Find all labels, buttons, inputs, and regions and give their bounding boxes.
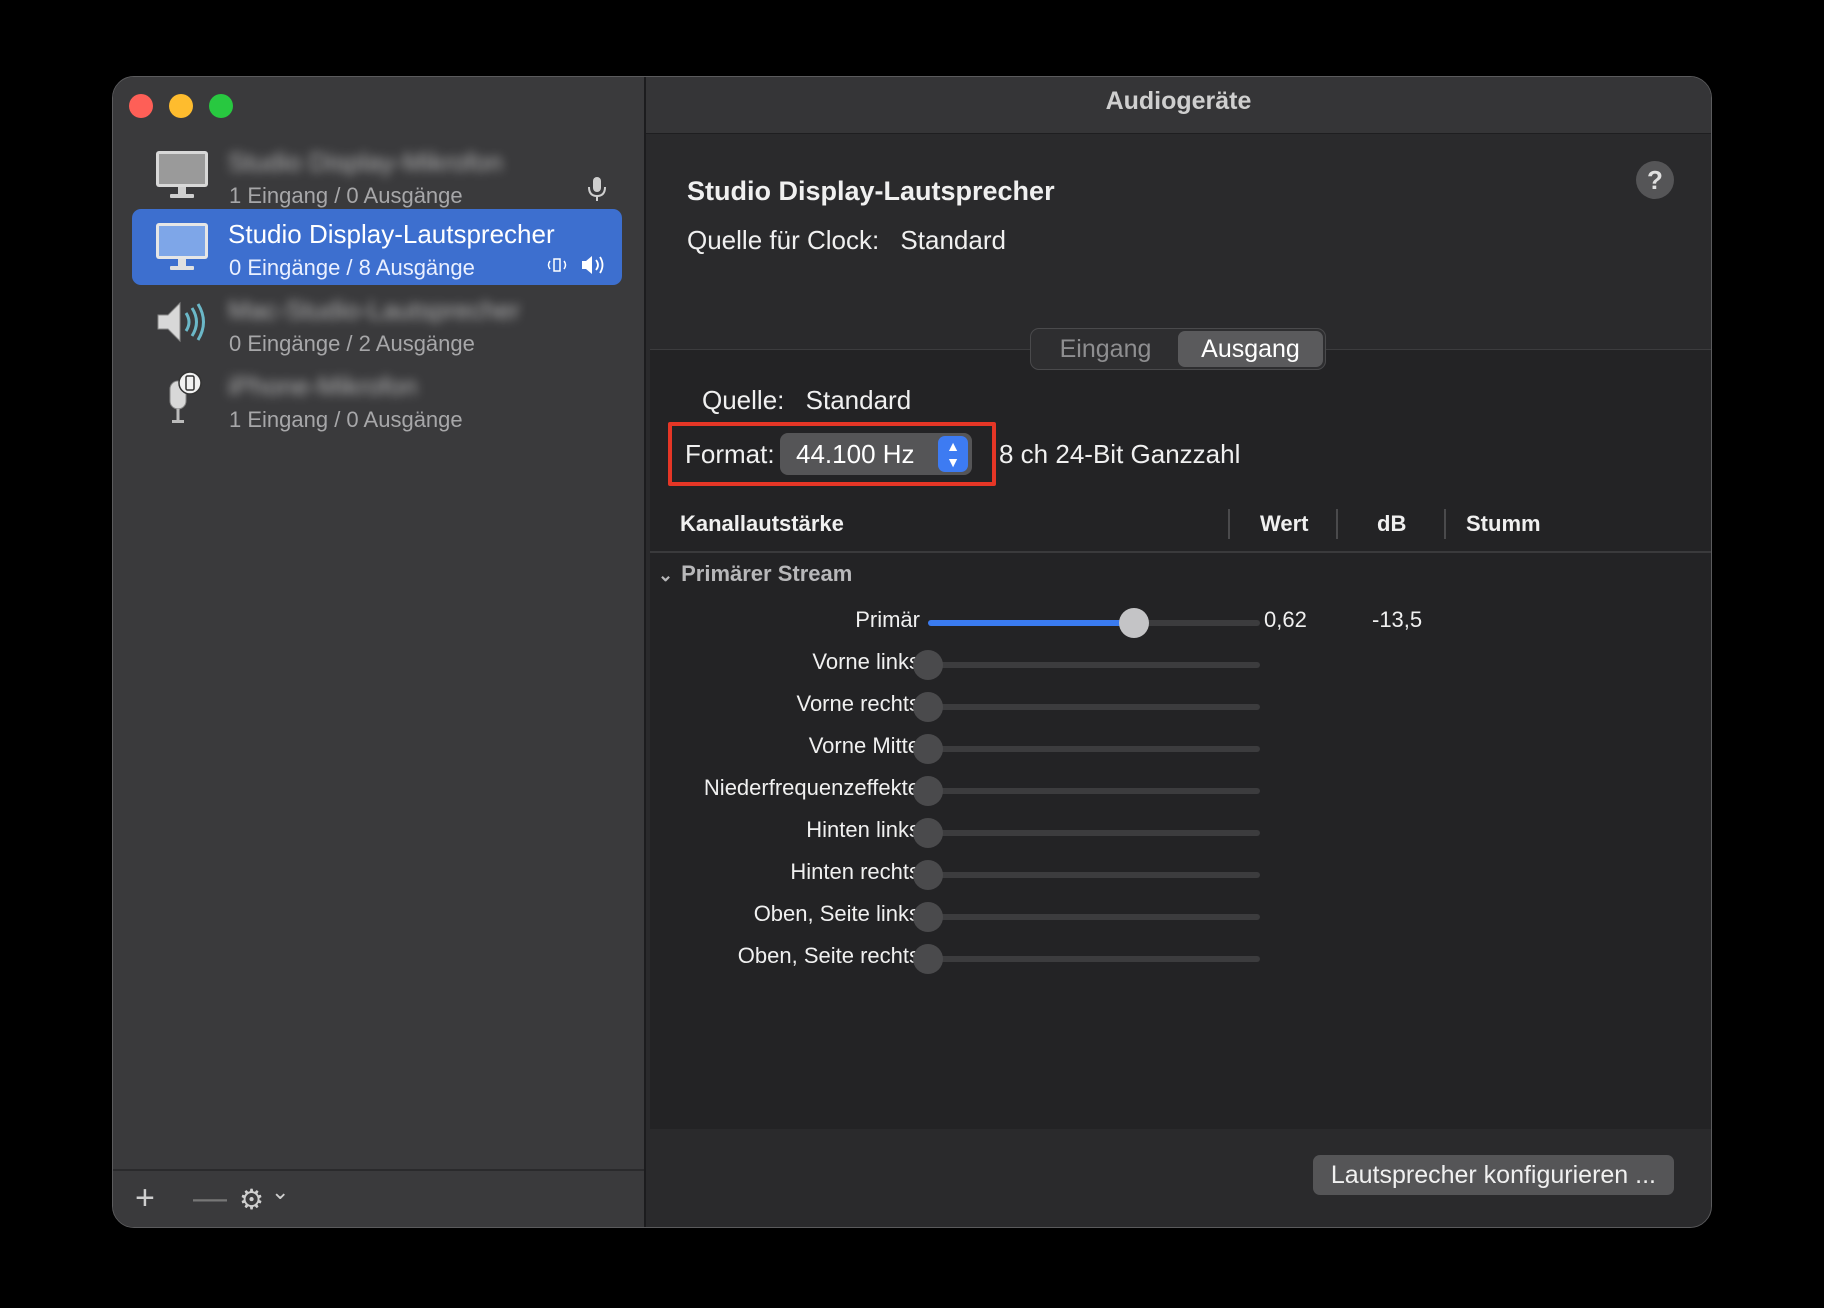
device-sidebar: Studio Display-Mikrofon 1 Eingang / 0 Au… xyxy=(113,77,646,1227)
default-output-speaker-icons xyxy=(547,256,604,274)
slider-knob xyxy=(913,944,943,974)
device-detail-pane: Audiogeräte ? Studio Display-Lautspreche… xyxy=(646,77,1711,1227)
column-divider xyxy=(1336,509,1338,539)
format-value: 44.100 Hz xyxy=(796,439,915,469)
audio-devices-window: Studio Display-Mikrofon 1 Eingang / 0 Au… xyxy=(112,76,1712,1228)
minimize-window-button[interactable] xyxy=(169,94,193,118)
channel-table-header: Kanallautstärke Wert dB Stumm xyxy=(650,497,1711,553)
device-name: Mac-Studio-Lautsprecher xyxy=(228,295,520,325)
input-output-segmented-control: Eingang Ausgang xyxy=(1030,328,1326,370)
device-io-count: 1 Eingang / 0 Ausgänge xyxy=(229,183,463,208)
phone-microphone-icon xyxy=(169,371,202,423)
clock-source-row: Quelle für Clock: Standard xyxy=(687,225,1006,256)
channel-name: Oben, Seite links xyxy=(753,901,920,926)
column-db: dB xyxy=(1377,511,1407,536)
device-name: iPhone-Mikrofon xyxy=(228,371,418,401)
channel-volume-slider[interactable] xyxy=(928,608,1260,638)
add-device-button[interactable]: + xyxy=(135,1179,155,1218)
channel-volume-slider xyxy=(913,818,1260,848)
slider-knob xyxy=(913,860,943,890)
source-value: Standard xyxy=(805,385,912,415)
remove-device-button[interactable]: — xyxy=(193,1179,227,1218)
channel-name: Hinten links xyxy=(806,817,920,842)
format-description: 8 ch 24-Bit Ganzzahl xyxy=(999,439,1241,469)
channel-row: Primär 0,62 -13,5 xyxy=(646,603,1711,639)
device-io-count: 0 Eingänge / 8 Ausgänge xyxy=(229,255,475,280)
slider-knob xyxy=(913,692,943,722)
channel-row: Vorne rechts xyxy=(646,687,1711,723)
clock-source-value: Standard xyxy=(900,225,1006,255)
channel-name: Hinten rechts xyxy=(790,859,920,884)
device-title: Studio Display-Lautsprecher xyxy=(687,176,1055,206)
column-divider xyxy=(1228,509,1230,539)
window-controls xyxy=(129,94,233,118)
slider-knob[interactable] xyxy=(1118,608,1149,638)
display-icon xyxy=(156,151,208,198)
channel-name: Vorne links xyxy=(812,649,920,674)
channel-row: Vorne links xyxy=(646,645,1711,681)
tab-ausgang[interactable]: Ausgang xyxy=(1178,331,1323,367)
stream-group-toggle[interactable]: ⌄ Primärer Stream xyxy=(658,561,852,587)
sidebar-toolbar: + — ⚙ ⌄ xyxy=(113,1169,644,1227)
display-icon xyxy=(156,223,208,270)
channel-db: -13,5 xyxy=(1372,607,1423,632)
zoom-window-button[interactable] xyxy=(209,94,233,118)
channel-name: Vorne Mitte xyxy=(808,733,920,758)
slider-knob xyxy=(913,734,943,764)
device-item-iphone-microphone[interactable]: iPhone-Mikrofon 1 Eingang / 0 Ausgänge xyxy=(132,361,622,437)
help-button[interactable]: ? xyxy=(1636,161,1674,199)
channel-volume-slider xyxy=(913,944,1260,974)
gear-icon[interactable]: ⚙ xyxy=(239,1183,264,1216)
format-select[interactable]: 44.100 Hz ▲ ▼ xyxy=(780,433,972,475)
channel-row: Niederfrequenzeffekte xyxy=(646,771,1711,807)
device-io-count: 0 Eingänge / 2 Ausgänge xyxy=(229,331,475,356)
format-label: Format: xyxy=(685,439,775,469)
device-item-studio-display-speakers[interactable]: Studio Display-Lautsprecher 0 Eingänge /… xyxy=(132,209,622,285)
window-title: Audiogeräte xyxy=(646,77,1711,134)
source-label: Quelle: xyxy=(702,385,785,415)
channel-volume-slider xyxy=(913,692,1260,722)
channel-name: Vorne rechts xyxy=(796,691,920,716)
chevron-down-icon[interactable]: ⌄ xyxy=(271,1179,289,1205)
channel-name: Niederfrequenzeffekte xyxy=(703,775,920,800)
speaker-icon xyxy=(157,301,205,343)
channel-row: Vorne Mitte xyxy=(646,729,1711,765)
chevron-down-icon: ⌄ xyxy=(658,565,674,585)
channel-row: Oben, Seite links xyxy=(646,897,1711,933)
channel-row: Oben, Seite rechts xyxy=(646,939,1711,975)
clock-source-label: Quelle für Clock: xyxy=(687,225,880,255)
slider-knob xyxy=(913,776,943,806)
channel-volume-slider xyxy=(913,860,1260,890)
device-item-mac-speakers[interactable]: Mac-Studio-Lautsprecher 0 Eingänge / 2 A… xyxy=(132,285,622,361)
channel-value: 0,62 xyxy=(1264,607,1307,632)
microphone-icon xyxy=(588,177,606,201)
source-row: Quelle: Standard xyxy=(702,385,911,416)
channel-name: Primär xyxy=(855,607,920,632)
configure-speakers-button[interactable]: Lautsprecher konfigurieren ... xyxy=(1312,1155,1674,1195)
stream-group-label: Primärer Stream xyxy=(681,561,853,586)
device-item-studio-display-microphone[interactable]: Studio Display-Mikrofon 1 Eingang / 0 Au… xyxy=(132,137,622,213)
device-name: Studio Display-Lautsprecher xyxy=(228,219,555,249)
channel-row: Hinten rechts xyxy=(646,855,1711,891)
channel-row: Hinten links xyxy=(646,813,1711,849)
channel-volume-slider xyxy=(913,734,1260,764)
slider-knob xyxy=(913,902,943,932)
slider-knob xyxy=(913,650,943,680)
channel-volume-slider xyxy=(913,776,1260,806)
slider-fill xyxy=(928,620,1134,626)
close-window-button[interactable] xyxy=(129,94,153,118)
column-divider xyxy=(1444,509,1446,539)
channel-name: Oben, Seite rechts xyxy=(737,943,920,968)
channel-volume-slider xyxy=(913,650,1260,680)
device-name: Studio Display-Mikrofon xyxy=(228,147,503,177)
channel-volume-slider xyxy=(913,902,1260,932)
slider-knob xyxy=(913,818,943,848)
tab-eingang[interactable]: Eingang xyxy=(1033,331,1178,367)
device-io-count: 1 Eingang / 0 Ausgänge xyxy=(229,407,463,432)
column-kanallautstaerke: Kanallautstärke xyxy=(680,511,844,536)
up-down-chevron-icon: ▲ ▼ xyxy=(938,436,968,472)
column-stumm: Stumm xyxy=(1466,511,1541,536)
column-wert: Wert xyxy=(1260,511,1309,536)
